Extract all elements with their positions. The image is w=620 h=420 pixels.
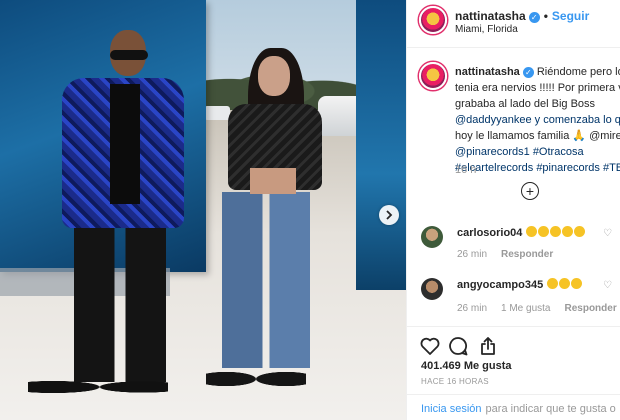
post-timestamp: HACE 16 HORAS	[421, 377, 489, 386]
post-header: nattinatasha ✓ • Seguir Miami, Florida	[407, 0, 620, 48]
laugh-emoji-row	[547, 278, 583, 291]
comment-username[interactable]: angyocampo345	[457, 279, 543, 291]
mention-daddyyankee[interactable]: @daddyyankee y comenzaba lo que	[455, 112, 620, 128]
caption-time: 16 h	[455, 164, 477, 176]
login-link[interactable]: Inicia sesión	[421, 403, 482, 415]
clap-emoji-row	[526, 226, 586, 239]
post-location[interactable]: Miami, Florida	[455, 24, 518, 35]
comment: carlosorio04	[457, 226, 586, 239]
avatar[interactable]	[421, 226, 443, 248]
separator-dot: •	[543, 9, 548, 23]
comment-likes[interactable]: 1 Me gusta	[501, 303, 550, 314]
avatar[interactable]	[419, 6, 447, 34]
reply-button[interactable]: Responder	[565, 303, 617, 314]
caption-avatar[interactable]	[419, 62, 447, 90]
verified-badge-icon: ✓	[528, 12, 540, 23]
post-photo	[0, 0, 406, 420]
comment-username[interactable]: carlosorio04	[457, 227, 522, 239]
hashtag-line[interactable]: @pinarecords1 #Otracosa	[455, 144, 620, 160]
post-side-panel: nattinatasha ✓ • Seguir Miami, Florida natt…	[406, 0, 620, 420]
follow-button[interactable]: Seguir	[552, 9, 589, 23]
next-photo-button[interactable]	[379, 205, 399, 225]
comment-bubble-icon[interactable]	[447, 335, 469, 357]
verified-badge-icon: ✓	[522, 67, 534, 78]
share-upload-icon[interactable]	[477, 335, 499, 357]
comment-time: 26 min	[457, 249, 488, 260]
login-prompt: Inicia sesión para indicar que te gusta o	[407, 394, 620, 420]
comment-time: 26 min	[457, 303, 488, 314]
hashtag-line[interactable]: #elcartelrecords #pinarecords #TBT	[455, 160, 620, 176]
avatar[interactable]	[421, 278, 443, 300]
heart-icon[interactable]	[419, 335, 441, 357]
comment: angyocampo345	[457, 278, 583, 291]
post-caption: nattinatasha✓ Riéndome pero lo q tenia e…	[455, 66, 620, 176]
blue-panel-right	[356, 0, 406, 290]
heart-icon[interactable]: ♡	[603, 229, 613, 239]
heart-icon[interactable]: ♡	[603, 281, 613, 291]
caption-username[interactable]: nattinatasha	[455, 66, 520, 78]
post-username[interactable]: nattinatasha	[455, 9, 526, 23]
plus-circle-icon[interactable]: +	[521, 182, 539, 200]
reply-button[interactable]: Responder	[501, 249, 553, 260]
like-count[interactable]: 401.469 Me gusta	[421, 360, 512, 372]
action-bar	[407, 326, 620, 362]
chevron-right-icon	[386, 210, 393, 220]
